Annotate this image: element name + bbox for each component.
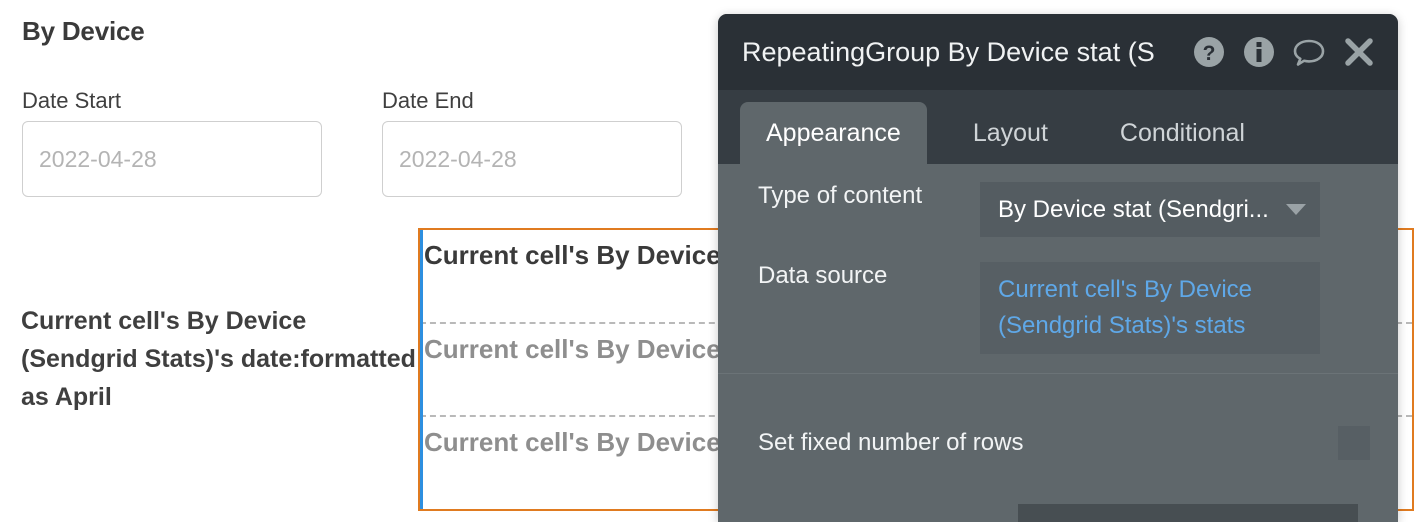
section-divider [718,373,1398,374]
date-end-input[interactable]: 2022-04-28 [382,121,682,197]
panel-title: RepeatingGroup By Device stat (S [742,36,1155,67]
type-of-content-label: Type of content [758,182,923,209]
date-end-group: Date End 2022-04-28 [382,88,682,197]
data-source-control: Current cell's By Device (Sendgrid Stats… [980,262,1398,354]
tab-conditional[interactable]: Conditional [1094,102,1271,164]
panel-body: Type of content By Device stat (Sendgri.… [718,164,1398,522]
date-end-label: Date End [382,88,474,113]
date-start-input[interactable]: 2022-04-28 [22,121,322,197]
property-editor-panel[interactable]: RepeatingGroup By Device stat (S ? Appea… [718,14,1398,522]
set-fixed-rows-label: Set fixed number of rows [758,429,1024,456]
type-of-content-control: By Device stat (Sendgri... [980,182,1398,237]
info-icon[interactable] [1242,35,1276,69]
date-start-label: Date Start [22,88,122,113]
type-of-content-value: By Device stat (Sendgri... [998,195,1269,223]
set-fixed-rows-row: Set fixed number of rows [718,426,1398,460]
panel-header[interactable]: RepeatingGroup By Device stat (S ? [718,14,1398,90]
set-fixed-rows-checkbox[interactable] [1338,426,1370,460]
date-start-group: Date Start 2022-04-28 [22,88,322,197]
help-icon[interactable]: ? [1192,35,1226,69]
panel-tab-bar: Appearance Layout Conditional [718,90,1398,164]
panel-header-icons: ? [1192,35,1376,69]
data-source-label: Data source [758,262,888,289]
data-source-value-box[interactable]: Current cell's By Device (Sendgrid Stats… [980,262,1320,354]
rows-count-input[interactable] [1018,504,1358,522]
type-of-content-row: Type of content By Device stat (Sendgri.… [718,182,1398,237]
comment-icon[interactable] [1292,35,1326,69]
tab-appearance[interactable]: Appearance [740,102,927,164]
set-fixed-rows-control [1338,426,1398,460]
close-icon[interactable] [1342,35,1376,69]
data-source-row: Data source Current cell's By Device (Se… [718,262,1398,354]
chevron-down-icon [1286,204,1306,215]
date-start-value: 2022-04-28 [39,145,157,172]
page-title: By Device [22,16,145,46]
tab-layout[interactable]: Layout [947,102,1074,164]
cell-date-text: Current cell's By Device (Sendgrid Stats… [21,307,416,411]
type-of-content-dropdown[interactable]: By Device stat (Sendgri... [980,182,1320,237]
svg-text:?: ? [1203,42,1216,65]
date-end-value: 2022-04-28 [399,145,517,172]
